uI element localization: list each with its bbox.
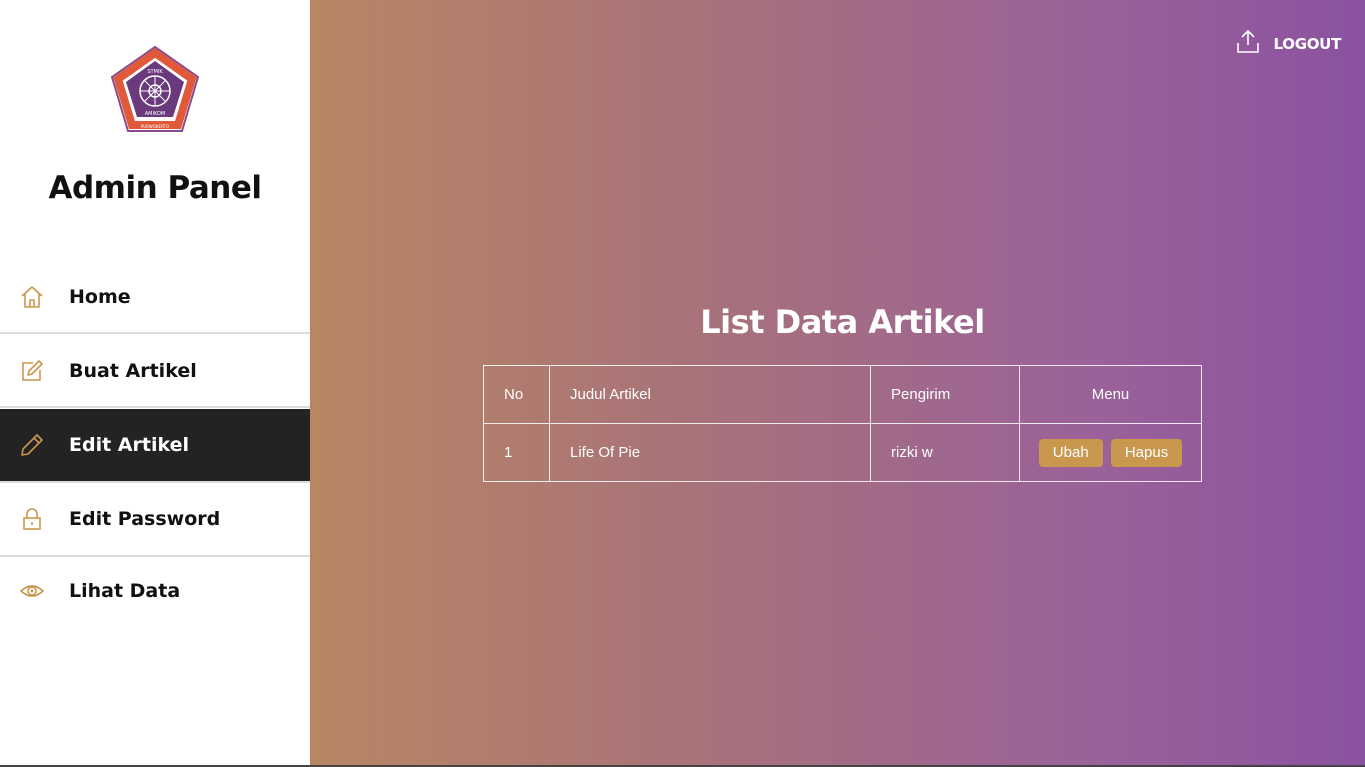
cell-pengirim: rizki w <box>870 423 1020 482</box>
logout-label: LOGOUT <box>1273 34 1342 53</box>
main-content: LOGOUT List Data Artikel No Judul Artike… <box>310 0 1365 767</box>
sidebar-item-edit-artikel[interactable]: Edit Artikel <box>0 409 310 481</box>
sidebar-item-label: Home <box>69 286 131 308</box>
sidebar-item-edit-password[interactable]: Edit Password <box>0 483 310 555</box>
column-header-pengirim: Pengirim <box>870 365 1020 424</box>
logout-button[interactable]: LOGOUT <box>1236 28 1341 59</box>
upload-icon <box>1236 28 1260 59</box>
sidebar-item-buat-artikel[interactable]: Buat Artikel <box>0 335 310 407</box>
lock-icon <box>18 505 46 533</box>
logo-bottom-text: AMIKOM <box>145 111 165 117</box>
logo-emblem: STMIK AMIKOM PURWOKERTO <box>110 45 200 132</box>
column-header-menu: Menu <box>1019 365 1202 424</box>
table-row: 1 Life Of Pie rizki w Ubah Hapus <box>483 423 1202 482</box>
sidebar-item-home[interactable]: Home <box>0 261 310 333</box>
edit-square-icon <box>18 357 46 385</box>
divider <box>0 406 310 408</box>
logo: STMIK AMIKOM PURWOKERTO <box>110 45 200 133</box>
sidebar-item-label: Edit Artikel <box>69 434 189 456</box>
logo-top-text: STMIK <box>147 69 163 75</box>
sidebar-item-label: Edit Password <box>69 508 221 530</box>
divider <box>0 332 310 334</box>
cell-menu: Ubah Hapus <box>1019 423 1202 482</box>
sidebar: STMIK AMIKOM PURWOKERTO Admin Panel Home… <box>0 0 310 767</box>
logo-city-text: PURWOKERTO <box>141 124 169 129</box>
home-icon <box>18 283 46 311</box>
eye-icon <box>18 577 46 605</box>
sidebar-item-label: Buat Artikel <box>69 360 197 382</box>
cell-no: 1 <box>483 423 550 482</box>
pencil-icon <box>18 431 46 459</box>
panel-title: Admin Panel <box>48 170 263 206</box>
delete-button[interactable]: Hapus <box>1110 438 1183 467</box>
sidebar-item-lihat-data[interactable]: Lihat Data <box>0 555 310 627</box>
cell-judul: Life Of Pie <box>549 423 871 482</box>
sidebar-item-label: Lihat Data <box>69 580 181 602</box>
page-title: List Data Artikel <box>700 303 985 341</box>
edit-button[interactable]: Ubah <box>1038 438 1103 467</box>
column-header-judul: Judul Artikel <box>549 365 871 424</box>
column-header-no: No <box>483 365 550 424</box>
articles-table: No Judul Artikel Pengirim Menu 1 Life Of… <box>483 365 1202 482</box>
table-header-row: No Judul Artikel Pengirim Menu <box>483 365 1202 424</box>
